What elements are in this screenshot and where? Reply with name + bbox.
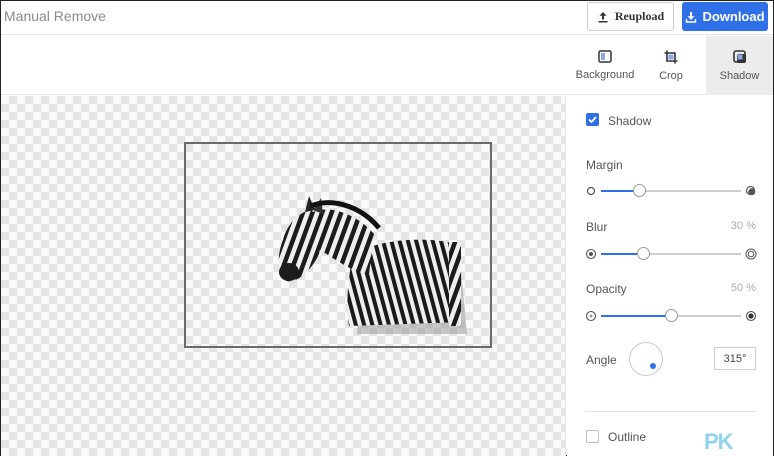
tool-crop[interactable]: Crop (648, 36, 694, 95)
shadow-checkbox[interactable] (586, 113, 599, 126)
tool-crop-label: Crop (659, 69, 683, 82)
margin-slider[interactable] (585, 184, 757, 198)
blur-label: Blur (586, 220, 608, 234)
opacity-value: 50 % (730, 282, 756, 294)
tool-bar: Background Crop Shadow (1, 36, 773, 95)
shadow-settings-panel: Shadow Margin Blur 30 % Opacity 50 % Ang… (567, 96, 773, 456)
tool-shadow-label: Shadow (719, 69, 760, 82)
editor-canvas[interactable] (1, 96, 566, 456)
opacity-low-icon (585, 310, 597, 322)
margin-small-icon (586, 186, 596, 196)
outline-label: Outline (608, 430, 647, 444)
shadow-label: Shadow (608, 114, 652, 128)
blur-value: 30 % (730, 220, 756, 232)
checkmark-icon (588, 116, 597, 124)
app-title: Manual Remove (4, 8, 106, 24)
background-icon (598, 50, 612, 63)
tool-shadow[interactable]: Shadow (706, 36, 773, 95)
zebra-image[interactable] (269, 194, 479, 342)
download-button[interactable]: Download (682, 2, 768, 31)
blur-slider[interactable] (585, 247, 757, 261)
download-label: Download (702, 9, 765, 24)
tool-background-label: Background (575, 69, 635, 81)
opacity-fill (601, 315, 671, 317)
reupload-label: Reupload (614, 9, 665, 23)
opacity-slider[interactable] (585, 309, 757, 323)
opacity-knob[interactable] (665, 309, 678, 322)
angle-input[interactable]: 315° (714, 347, 756, 370)
crop-icon (664, 50, 678, 63)
reupload-button[interactable]: Reupload (587, 2, 674, 31)
angle-dial[interactable] (629, 342, 663, 376)
blur-knob[interactable] (637, 247, 650, 260)
margin-large-icon (745, 185, 756, 196)
blur-high-icon (745, 248, 757, 260)
margin-label: Margin (586, 158, 623, 172)
upload-icon (598, 11, 608, 22)
tool-background[interactable]: Background (572, 36, 638, 95)
opacity-high-icon (745, 310, 757, 322)
outline-checkbox[interactable] (586, 430, 599, 443)
panel-divider (585, 411, 756, 412)
margin-knob[interactable] (632, 184, 646, 197)
download-icon (686, 11, 697, 23)
shadow-icon (732, 49, 746, 63)
opacity-label: Opacity (586, 282, 627, 296)
watermark-logo: PK (704, 429, 734, 454)
angle-label: Angle (586, 353, 617, 367)
angle-indicator[interactable] (650, 363, 656, 369)
top-bar: Manual Remove Reupload Download (1, 1, 773, 35)
blur-low-icon (585, 248, 597, 260)
